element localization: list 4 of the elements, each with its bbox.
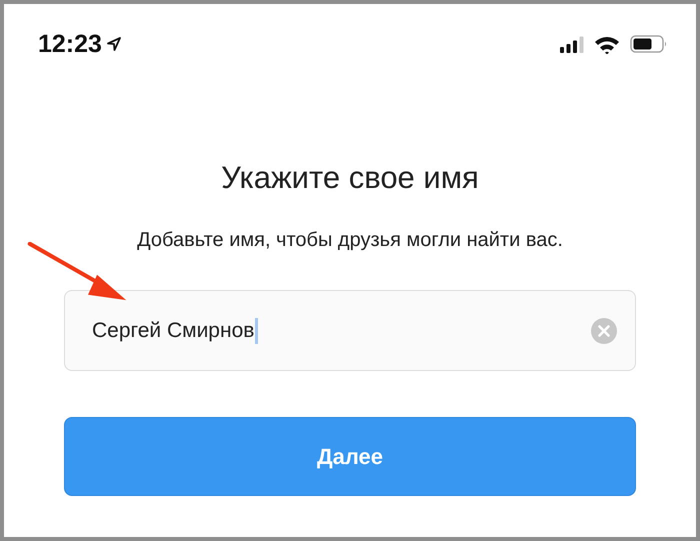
subtitle-text: Добавьте имя, чтобы друзья могли найти вас.: [137, 229, 563, 252]
name-field[interactable]: Сергей Смирнов: [64, 290, 636, 371]
screen-title: Укажите свое имя: [221, 160, 479, 196]
status-time: 12:23: [38, 30, 102, 58]
